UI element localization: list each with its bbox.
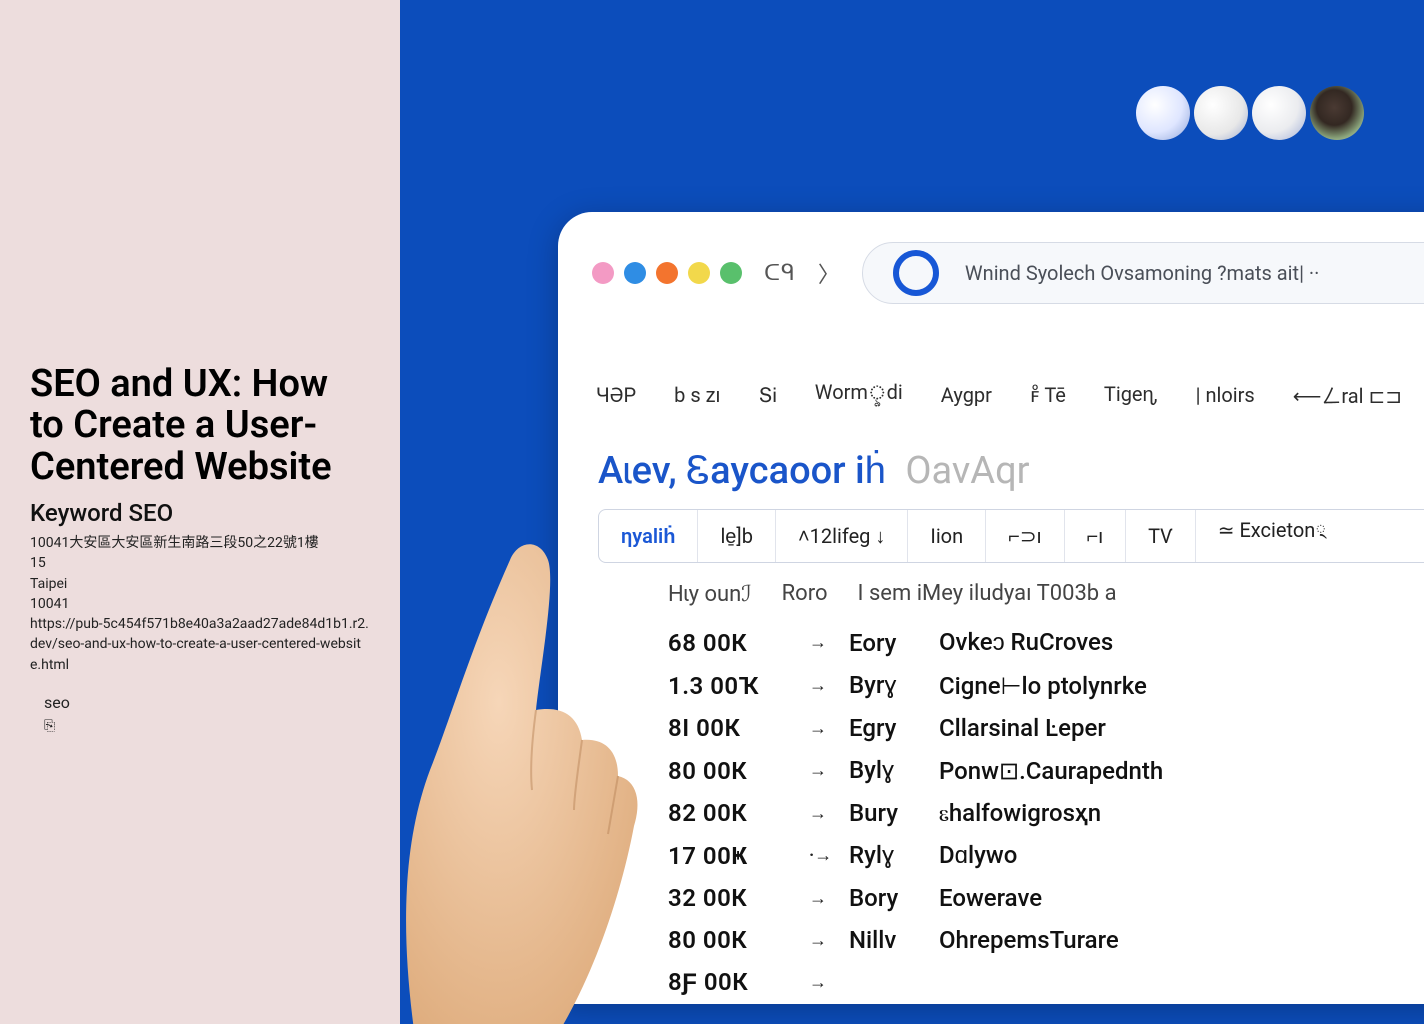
window-dot-icon[interactable] [656,262,678,284]
subline-item: Hɩy ounℐ [668,581,752,607]
logo-blob-icon [1136,86,1190,140]
row-desc: ꮛhalfowigrosҳn [939,799,1101,827]
row-value: 1.3 00Ҡ [668,672,783,700]
window-dot-icon[interactable] [720,262,742,284]
row-tag: Bylɣ [849,756,913,785]
row-tag: Rylɣ [849,841,913,870]
tab-item[interactable]: ⟵ㄥral ⊏⊐ [1293,380,1402,409]
window-dot-icon[interactable] [688,262,710,284]
logo-blob-icon [1310,86,1364,140]
result-row[interactable]: 1.3 00Ҡ → Byrɣ Cigne⊢lo ptolynrke [668,664,1424,707]
row-value: 80 00К [668,757,783,785]
arrow-icon: → [809,675,823,696]
filter-cell[interactable]: ⌐ı [1065,510,1127,562]
filter-cell[interactable]: ≃ Excieton྄ [1196,510,1349,562]
sidebar-glyph-icon: ⎘ [30,718,370,734]
arrow-icon: → [809,972,823,993]
tab-item[interactable]: ꜰ̊ Tē [1030,383,1066,407]
sidebar-zip: 10041 [30,594,370,614]
subline: Hɩy ounℐ Roro I sem iMey iludyaı T003b a [558,563,1424,621]
filter-cell[interactable]: ˄12lifeg ↓ [776,510,908,562]
logo-blob-icon [1252,86,1306,140]
hero-area: ᑕᑫ 〉 Wnind Syolech Ovsamoning ?mats ait|… [400,0,1424,1024]
arrow-icon: ·→ [809,845,823,866]
logo-blob-icon [1194,86,1248,140]
address-ring-icon [893,250,939,296]
tab-item[interactable]: b s zı [674,383,720,407]
address-bar-text: Wnind Syolech Ovsamoning ?mats ait| ·· [965,261,1319,285]
browser-window: ᑕᑫ 〉 Wnind Syolech Ovsamoning ?mats ait|… [558,212,1424,1004]
row-value: 80 00К [668,926,783,954]
row-tag: Nillv [849,926,913,954]
row-desc: Eowerave [939,884,1042,912]
row-desc: Cllarsinal Ŀeper [939,714,1106,742]
toolbar-glyph-icon[interactable]: ᑕᑫ [764,261,796,286]
subline-item: I sem iMey iludyaı T003b a [858,581,1117,607]
tab-bar[interactable]: ЧӘР b s zı ՏᎥ Wormৢdi Aygpr ꜰ̊ Tē Tigeɳ, | nloi… [558,332,1424,429]
window-traffic-lights[interactable] [592,262,742,284]
result-row[interactable]: 17 00Ҝ ·→ Rylɣ Dɑlywo [668,834,1424,877]
row-desc: Dɑlywo [939,841,1017,870]
tab-item[interactable]: ЧӘР [596,383,636,407]
result-rows: 68 00К → Eory Ovkeɔ RuCroves 1.3 00Ҡ → Byrɣ Cig… [558,621,1424,1004]
row-tag: Bory [849,884,913,912]
row-value: 68 00К [668,629,783,657]
row-value: 32 00К [668,884,783,912]
row-desc: Ponw⊡.Caurapednth [939,757,1163,785]
result-row[interactable]: 80 00К → Nillv OhrepemsTurare [668,919,1424,961]
forward-chevron-icon[interactable]: 〉 [818,257,840,289]
filter-cell[interactable]: ηуаliḣ [599,510,698,562]
filter-cell[interactable]: TѴ [1126,510,1196,562]
filter-cell[interactable]: ⌐⊃ı [986,510,1064,562]
row-tag: Egry [849,714,913,742]
row-tag: Eory [849,629,913,657]
row-desc: Ovkeɔ RuCroves [939,628,1113,657]
window-dot-icon[interactable] [624,262,646,284]
result-row[interactable]: 68 00К → Eory Ovkeɔ RuCroves [668,621,1424,664]
result-row[interactable]: 82 00К → Bury ꮛhalfowigrosҳn [668,792,1424,834]
sidebar-city: Taipei [30,574,370,594]
sidebar-address: 10041大安區大安區新生南路三段50之22號1樓 [30,533,370,553]
filter-bar[interactable]: ηуаliḣle̱]b˄12lifeg ↓Iion⌐⊃ı⌐ıTѴ≃ Exciet… [598,509,1424,563]
page-heading-secondary: OavAqr [905,449,1029,493]
result-row[interactable]: 80 00К → Bylɣ Ponw⊡.Caurapednth [668,749,1424,792]
result-row[interactable]: 32 00К → Bory Eowerave [668,877,1424,919]
logo-cluster [1136,86,1364,140]
arrow-icon: → [809,930,823,951]
row-value: 8I 00К [668,714,783,742]
tab-item[interactable]: ՏᎥ [759,383,777,407]
row-tag: Byrɣ [849,671,913,700]
row-value: 17 00Ҝ [668,842,783,870]
sidebar-title: SEO and UX: How to Create a User-Centere… [30,364,370,489]
result-row[interactable]: 8I 00К → Egry Cllarsinal Ŀeper [668,707,1424,749]
arrow-icon: → [809,760,823,781]
row-value: 82 00К [668,799,783,827]
page-heading: Aɩev, Ꮛaycaoor iḣ OavAqr [558,429,1424,503]
tab-item[interactable]: Aygpr [941,383,992,407]
tab-item[interactable]: Wormৢdi [815,378,903,411]
row-desc: OhrepemsTurare [939,926,1119,954]
arrow-icon: → [809,632,823,653]
row-tag: Bury [849,799,913,827]
arrow-icon: → [809,803,823,824]
filter-cell[interactable]: le̱]b [698,510,776,562]
tab-item[interactable]: | nloirs [1196,383,1255,407]
filter-cell[interactable]: Iion [908,510,986,562]
sidebar-url[interactable]: https://pub-5c454f571b8e40a3a2aad27ade84… [30,614,370,675]
address-bar[interactable]: Wnind Syolech Ovsamoning ?mats ait| ·· [862,242,1424,304]
tab-item[interactable]: Tigeɳ, [1104,382,1158,407]
sidebar-subtitle: Keyword SEO [30,499,370,527]
result-row[interactable]: 8Ƒ 00К → [668,961,1424,1004]
row-value: 8Ƒ 00К [668,968,783,997]
window-toolbar: ᑕᑫ 〉 Wnind Syolech Ovsamoning ?mats ait|… [558,242,1424,332]
arrow-icon: → [809,888,823,909]
page-heading-main: Aɩev, Ꮛaycaoor iḣ [598,449,886,493]
subline-item: Roro [782,581,828,607]
sidebar: SEO and UX: How to Create a User-Centere… [0,0,400,1024]
sidebar-tag: seo [30,693,370,712]
sidebar-meta-2: 15 [30,553,370,573]
arrow-icon: → [809,718,823,739]
window-dot-icon[interactable] [592,262,614,284]
row-desc: Cigne⊢lo ptolynrke [939,672,1147,700]
